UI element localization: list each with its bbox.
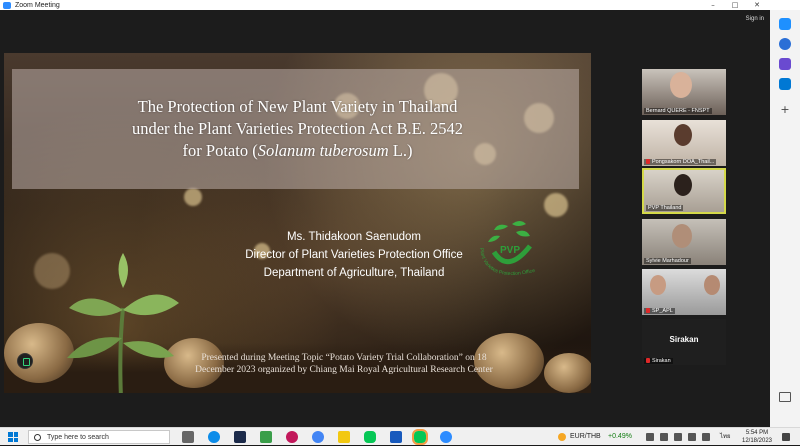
title-prefix: for Potato (	[182, 141, 258, 160]
participant-video	[672, 224, 692, 248]
participant-name: Sylvie Marhadour	[644, 258, 691, 264]
taskbar: Type here to search EUR/THB +0.49% ไทย 5…	[0, 427, 800, 445]
participant-tile[interactable]: Pongsakorn DOA_Thail...	[642, 120, 726, 166]
close-icon[interactable]: ✕	[746, 0, 768, 10]
zoom-logo-icon	[3, 1, 11, 9]
participant-video	[670, 72, 692, 98]
mic-muted-icon	[646, 159, 650, 164]
participant-video	[650, 275, 666, 295]
mic-muted-icon	[646, 308, 650, 313]
clock-time: 5:54 PM	[745, 430, 769, 436]
word-icon[interactable]	[390, 431, 402, 443]
participant-tile[interactable]: Bernard QUERE - FNSPT	[642, 69, 726, 115]
tray-app-icon[interactable]	[660, 433, 668, 441]
ticker-change: +0.49%	[608, 433, 632, 440]
participant-tile-active-speaker[interactable]: PVP Thailand	[642, 168, 726, 214]
pvp-logo-icon: PVP Plant Varieties Protection Office	[478, 221, 536, 277]
search-icon[interactable]	[779, 38, 791, 50]
search-icon	[34, 433, 41, 441]
windows-side-rail: +	[770, 10, 800, 427]
minimize-icon[interactable]: –	[702, 0, 724, 10]
title-suffix: L.)	[388, 141, 413, 160]
participant-display-name: Sirakan	[669, 335, 699, 344]
language-indicator[interactable]: ไทย	[720, 428, 731, 446]
copilot-pro-icon[interactable]	[779, 58, 791, 70]
slide-title-line-1: The Protection of New Plant Variety in T…	[137, 97, 458, 116]
tray-app-icon[interactable]	[674, 433, 682, 441]
volume-icon[interactable]	[702, 433, 710, 441]
pebble	[544, 353, 591, 393]
shared-screen-slide: The Protection of New Plant Variety in T…	[4, 53, 591, 393]
chevron-up-icon[interactable]	[646, 433, 654, 441]
participant-video	[674, 124, 692, 146]
ticker-flag-icon	[558, 433, 566, 441]
file-explorer-icon[interactable]	[338, 431, 350, 443]
ticker-symbol[interactable]: EUR/THB	[570, 428, 601, 446]
task-view-icon[interactable]	[182, 431, 194, 443]
taskbar-clock[interactable]: 5:54 PM 12/18/2023	[740, 429, 774, 445]
clock-date: 12/18/2023	[741, 438, 773, 444]
species-name: Solanum tuberosum	[257, 141, 389, 160]
participant-tile[interactable]: Sirakan Sirakan	[642, 319, 726, 365]
sign-in-link[interactable]: Sign in	[746, 16, 764, 22]
slide-title-line-3: for Potato (Solanum tuberosum L.)	[4, 141, 591, 161]
participant-video	[674, 174, 692, 196]
notification-icon[interactable]	[782, 433, 790, 441]
app-icon[interactable]	[260, 431, 272, 443]
window-title: Zoom Meeting	[15, 1, 60, 9]
add-icon[interactable]: +	[779, 103, 791, 116]
hide-sidebar-icon[interactable]	[779, 392, 791, 402]
speaker-role: Director of Plant Varieties Protection O…	[245, 249, 463, 261]
chrome-icon[interactable]	[312, 431, 324, 443]
participant-tile[interactable]: Sylvie Marhadour	[642, 219, 726, 265]
speaker-organization: Department of Agriculture, Thailand	[263, 267, 445, 279]
participant-video	[704, 275, 720, 295]
bokeh-light	[184, 188, 202, 206]
pvp-logo-text: PVP	[500, 245, 520, 256]
copilot-icon[interactable]	[779, 18, 791, 30]
app-icon[interactable]	[286, 431, 298, 443]
window-controls: – □ ✕	[702, 0, 768, 10]
participant-name: Sirakan	[644, 358, 673, 364]
participant-name: Bernard QUERE - FNSPT	[644, 108, 712, 114]
participant-name: SP_APL	[644, 308, 675, 314]
presentation-footer-line-1: Presented during Meeting Topic “Potato V…	[201, 353, 487, 363]
bokeh-light	[544, 193, 568, 217]
presentation-footer-line-2: December 2023 organized by Chiang Mai Ro…	[195, 365, 493, 375]
photoshop-icon[interactable]	[234, 431, 246, 443]
line-app-icon[interactable]	[364, 431, 376, 443]
participant-name: Pongsakorn DOA_Thail...	[644, 159, 717, 165]
slide-title-line-2: under the Plant Varieties Protection Act…	[131, 119, 463, 138]
taskbar-search-box[interactable]: Type here to search	[28, 430, 170, 444]
zoom-meeting-window: Sign in The Protection of New Plant Vari…	[0, 10, 770, 427]
zoom-app-icon[interactable]	[440, 431, 452, 443]
screen-share-control-icon[interactable]	[17, 353, 33, 369]
network-icon[interactable]	[688, 433, 696, 441]
speaker-name: Ms. Thidakoon Saenudom	[286, 231, 422, 243]
participant-tile[interactable]: SP_APL	[642, 269, 726, 315]
edge-browser-icon[interactable]	[208, 431, 220, 443]
line-app-active-icon[interactable]	[412, 429, 428, 445]
participant-name: PVP Thailand	[646, 205, 684, 211]
maximize-icon[interactable]: □	[724, 0, 746, 10]
search-placeholder: Type here to search	[47, 433, 109, 441]
outlook-icon[interactable]	[779, 78, 791, 90]
title-bar: Zoom Meeting – □ ✕	[0, 0, 800, 10]
windows-start-icon[interactable]	[8, 432, 18, 442]
mic-muted-icon	[646, 358, 650, 363]
